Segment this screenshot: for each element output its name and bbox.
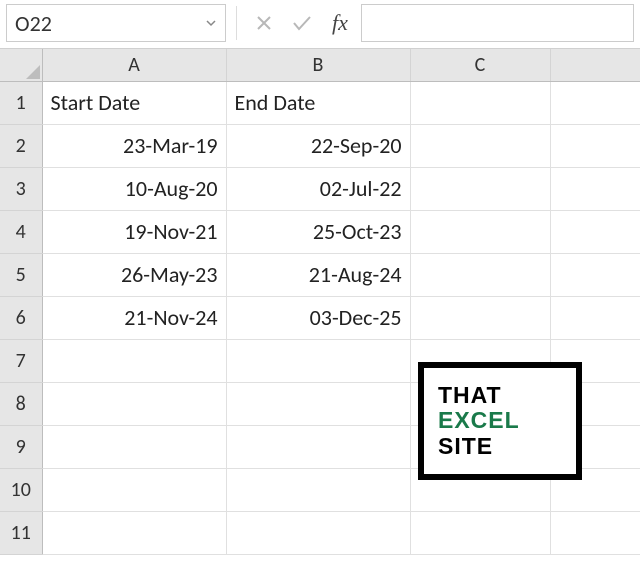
name-box[interactable]: O22 [6,4,226,42]
cell-extra-2[interactable] [550,124,640,167]
cell-A1[interactable]: Start Date [42,81,226,124]
cell-extra-11[interactable] [550,511,640,554]
cancel-formula-button[interactable] [247,6,281,40]
cell-value: 23-Mar-19 [123,132,217,159]
cell-B11[interactable] [226,511,410,554]
row-header-7[interactable]: 7 [0,339,42,382]
column-header-extra[interactable] [550,49,640,81]
formula-bar: O22 fx [0,0,640,48]
name-box-dropdown-icon[interactable] [205,17,217,29]
column-header-label: B [313,53,324,77]
grid-row: 2 23-Mar-19 22-Sep-20 [0,124,640,167]
cell-C1[interactable] [410,81,550,124]
cell-A11[interactable] [42,511,226,554]
cell-A5[interactable]: 26-May-23 [42,253,226,296]
watermark-logo: THAT EXCEL SITE [418,362,582,480]
column-header-b[interactable]: B [226,49,410,81]
cell-extra-3[interactable] [550,167,640,210]
cell-value: 19-Nov-21 [124,218,217,245]
cell-C5[interactable] [410,253,550,296]
cell-extra-5[interactable] [550,253,640,296]
watermark-line1: THAT [438,383,576,408]
column-header-label: A [128,53,140,77]
row-header-9[interactable]: 9 [0,425,42,468]
cell-value: 10-Aug-20 [125,175,218,202]
cell-B10[interactable] [226,468,410,511]
cell-C3[interactable] [410,167,550,210]
watermark-line3: SITE [438,434,576,459]
cell-C4[interactable] [410,210,550,253]
cell-B1[interactable]: End Date [226,81,410,124]
row-header-3[interactable]: 3 [0,167,42,210]
cell-value: 26-May-23 [121,261,218,288]
cell-A2[interactable]: 23-Mar-19 [42,124,226,167]
cell-extra-6[interactable] [550,296,640,339]
column-header-row: A B C [0,49,640,81]
watermark-line2: EXCEL [438,408,576,433]
cell-B7[interactable] [226,339,410,382]
cell-value: 03-Dec-25 [310,304,402,331]
row-header-1[interactable]: 1 [0,81,42,124]
cell-value: 25-Oct-23 [313,218,402,245]
cell-C2[interactable] [410,124,550,167]
row-header-4[interactable]: 4 [0,210,42,253]
column-header-label: C [475,53,486,77]
cell-B8[interactable] [226,382,410,425]
row-header-2[interactable]: 2 [0,124,42,167]
cell-B3[interactable]: 02-Jul-22 [226,167,410,210]
column-header-c[interactable]: C [410,49,550,81]
grid-row: 4 19-Nov-21 25-Oct-23 [0,210,640,253]
cell-A7[interactable] [42,339,226,382]
row-header-11[interactable]: 11 [0,511,42,554]
column-header-a[interactable]: A [42,49,226,81]
cell-extra-1[interactable] [550,81,640,124]
cell-B9[interactable] [226,425,410,468]
formula-input[interactable] [361,4,634,42]
cell-extra-4[interactable] [550,210,640,253]
cell-A10[interactable] [42,468,226,511]
cell-B4[interactable]: 25-Oct-23 [226,210,410,253]
cell-B5[interactable]: 21-Aug-24 [226,253,410,296]
cell-A9[interactable] [42,425,226,468]
cell-A6[interactable]: 21-Nov-24 [42,296,226,339]
grid-row: 3 10-Aug-20 02-Jul-22 [0,167,640,210]
cell-A3[interactable]: 10-Aug-20 [42,167,226,210]
enter-formula-button[interactable] [285,6,319,40]
insert-function-button[interactable]: fx [323,6,357,40]
row-header-6[interactable]: 6 [0,296,42,339]
cell-B6[interactable]: 03-Dec-25 [226,296,410,339]
cell-value: Start Date [51,89,141,116]
name-box-value: O22 [15,10,52,37]
cell-A8[interactable] [42,382,226,425]
cell-C6[interactable] [410,296,550,339]
cell-C11[interactable] [410,511,550,554]
cell-B2[interactable]: 22-Sep-20 [226,124,410,167]
row-header-10[interactable]: 10 [0,468,42,511]
row-header-5[interactable]: 5 [0,253,42,296]
cell-value: 22-Sep-20 [311,132,402,159]
row-header-8[interactable]: 8 [0,382,42,425]
grid-row: 1 Start Date End Date [0,81,640,124]
cell-value: 21-Aug-24 [309,261,402,288]
cell-value: 21-Nov-24 [124,304,217,331]
cell-value: 02-Jul-22 [320,175,402,202]
grid-row: 5 26-May-23 21-Aug-24 [0,253,640,296]
formula-bar-divider [236,6,237,40]
select-all-corner[interactable] [0,49,42,81]
cell-A4[interactable]: 19-Nov-21 [42,210,226,253]
grid-row: 11 [0,511,640,554]
cell-value: End Date [235,89,316,116]
grid-row: 6 21-Nov-24 03-Dec-25 [0,296,640,339]
fx-label: fx [328,10,352,36]
